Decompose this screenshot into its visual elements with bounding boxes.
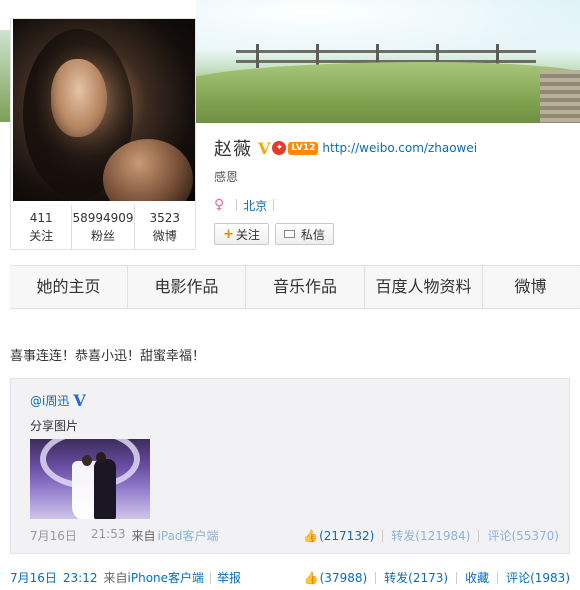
repost-date[interactable]: 7月16日 [30,527,77,544]
tab-music[interactable]: 音乐作品 [246,266,365,308]
image-head [96,452,106,463]
stat-label: 关注 [29,229,54,243]
post-time[interactable]: 23:12 [63,571,98,585]
stat-posts[interactable]: 3523 微博 [135,205,195,249]
profile-tabs: 她的主页 电影作品 音乐作品 百度人物资料 微博 [10,265,580,309]
stat-label: 微博 [152,229,177,243]
repost-image[interactable] [30,439,150,519]
post-forward-link[interactable]: 转发(2173) [384,569,448,586]
repost-like-count[interactable]: (217132) [319,529,374,543]
thumbs-up-icon[interactable]: 👍 [303,529,318,543]
profile-description: 感恩 [214,170,239,184]
repost-actions: 👍 (217132) 转发(121984) 评论(55370) [303,527,559,544]
message-label: 私信 [300,227,325,242]
post-meta: 7月16日 23:12 来自 iPhone客户端 举报 [10,569,241,586]
post-text: 喜事连连！恭喜小迅！甜蜜幸福！ [10,349,206,364]
verified-blue-icon[interactable]: V [73,391,85,410]
repost-user-link[interactable]: @i周迅 [30,392,69,409]
cover-hill [196,62,580,123]
post-comment-link[interactable]: 评论(1983) [506,569,570,586]
follow-label: 关注 [235,227,260,242]
profile-stats: 411 关注 58994909 粉丝 3523 微博 [11,205,195,249]
profile-url-link[interactable]: http://weibo.com/zhaowei [322,141,477,155]
female-icon: ♀ [214,197,225,213]
stat-following[interactable]: 411 关注 [11,205,73,249]
cover-fence-post [256,44,259,68]
tab-films[interactable]: 电影作品 [128,266,246,308]
repost-comment-link[interactable]: 评论(55370) [487,527,559,544]
repost-from-prefix: 来自 [131,529,156,543]
divider [382,529,384,542]
tab-home[interactable]: 她的主页 [10,266,128,308]
profile-name: 赵薇 [214,139,252,160]
level-badge[interactable]: LV12 [288,141,319,155]
post-actions: 👍 (37988) 转发(2173) 收藏 评论(1983) [304,569,570,586]
report-link[interactable]: 举报 [217,569,241,586]
avatar-card: 411 关注 58994909 粉丝 3523 微博 [10,18,196,250]
cover-left-strip [0,30,10,122]
plus-icon: + [223,226,234,242]
cover-steps [540,70,580,123]
stat-followers[interactable]: 58994909 粉丝 [72,205,135,249]
stat-number: 58994909 [72,211,134,225]
location-row: ♀ 北京 [214,197,574,213]
repost-time[interactable]: 21:53 [91,527,126,544]
avatar[interactable] [13,19,195,201]
post-from-prefix: 来自 [103,571,128,585]
vip-crown-icon[interactable]: ✦ [272,141,287,155]
divider [375,571,377,584]
post-like-count[interactable]: (37988) [320,571,368,585]
message-button[interactable]: 私信 [274,223,334,245]
tab-baidu-profile[interactable]: 百度人物资料 [365,266,483,308]
repost-box: @i周迅 V 分享图片 7月16日 21:53 来自 iPad客户端 👍 (21… [10,378,570,554]
name-row: 赵薇 V ✦ LV12 http://weibo.com/zhaowei [214,136,574,161]
divider [478,529,480,542]
stat-label: 粉丝 [91,229,116,243]
divider [497,571,499,584]
stat-number: 411 [29,211,53,225]
avatar-face [51,59,107,137]
repost-forward-link[interactable]: 转发(121984) [391,527,470,544]
stat-number: 3523 [149,211,181,225]
action-buttons: + 关注 私信 [214,223,574,245]
post-source-link[interactable]: iPhone客户端 [128,569,205,586]
cover-image [196,0,580,123]
repost-user: @i周迅 V [30,391,86,410]
divider [273,199,275,211]
mail-icon [283,230,295,238]
verified-gold-icon[interactable]: V [258,139,270,158]
post-favorite-link[interactable]: 收藏 [465,569,489,586]
thumbs-up-icon[interactable]: 👍 [304,571,319,585]
post-date[interactable]: 7月16日 [10,569,57,586]
profile-info: 赵薇 V ✦ LV12 http://weibo.com/zhaowei 感恩 … [214,136,574,245]
divider [456,571,458,584]
cover-fence-rail-top [236,50,536,53]
divider [236,199,238,211]
image-head [82,455,92,466]
divider [210,571,212,584]
follow-button[interactable]: + 关注 [214,223,269,245]
image-groom [94,459,116,519]
repost-meta: 7月16日 21:53 来自 iPad客户端 [30,527,219,544]
repost-source-link[interactable]: iPad客户端 [158,527,219,544]
location-link[interactable]: 北京 [243,197,267,214]
repost-text: 分享图片 [30,419,79,433]
tab-weibo[interactable]: 微博 [483,266,578,308]
